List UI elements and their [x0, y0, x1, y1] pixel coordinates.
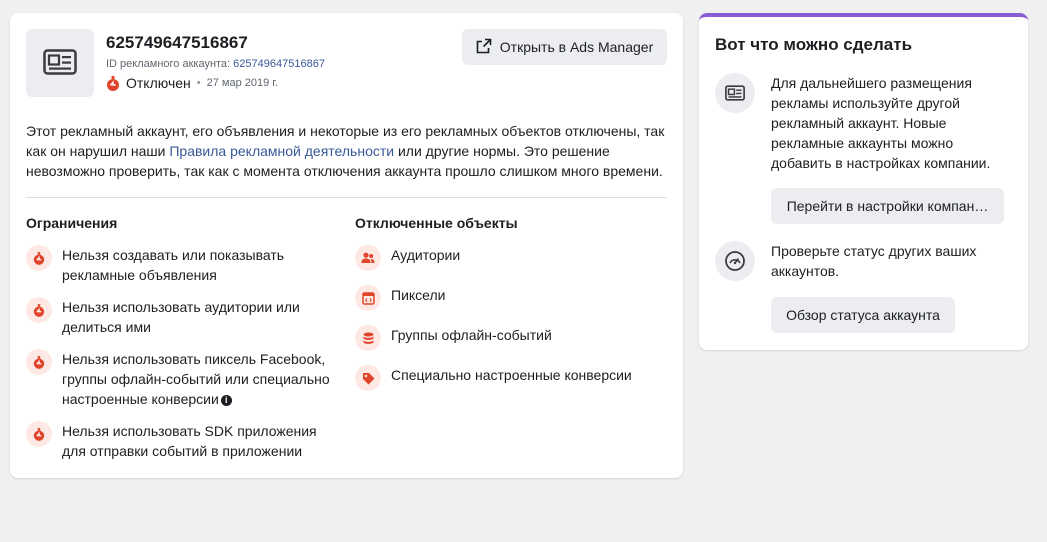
restriction-item: Нельзя создавать или показывать рекламны… — [26, 245, 326, 285]
go-to-business-settings-label: Перейти в настройки компан… — [786, 198, 989, 214]
disabled-object-text: Специально настроенные конверсии — [391, 367, 632, 383]
info-icon[interactable]: i — [220, 394, 232, 406]
restriction-text: Нельзя использовать SDK приложения для о… — [62, 423, 317, 459]
custom-conversion-icon — [355, 365, 381, 391]
disabled-object-item: Специально настроенные конверсии — [355, 365, 655, 391]
ad-account-thumbnail — [26, 29, 94, 97]
section-divider — [26, 197, 667, 198]
account-id-line: ID рекламного аккаунта: 625749647516867 — [106, 58, 325, 70]
ad-account-icon — [43, 48, 77, 78]
restricted-icon — [26, 245, 52, 271]
audience-icon — [355, 245, 381, 271]
restriction-item: Нельзя использовать аудитории или делить… — [26, 297, 326, 337]
disabled-objects-title: Отключенные объекты — [355, 215, 518, 231]
offline-events-icon — [355, 325, 381, 351]
status-separator: • — [196, 77, 201, 89]
status-text: Отключен — [126, 75, 191, 91]
restrictions-title: Ограничения — [26, 215, 118, 231]
restriction-item: Нельзя использовать SDK приложения для о… — [26, 421, 326, 461]
check-status-text: Проверьте статус других ваших аккаунтов. — [771, 243, 977, 279]
restriction-text-wrap: Нельзя использовать пиксель Facebook, гр… — [62, 349, 336, 409]
disabled-object-item: Аудитории — [355, 245, 655, 271]
restricted-icon — [26, 297, 52, 323]
restriction-text: Нельзя создавать или показывать рекламны… — [62, 247, 285, 283]
ad-account-icon — [715, 73, 755, 113]
use-other-account-text: Для дальнейшего размещения рекламы испол… — [771, 75, 991, 171]
restricted-icon — [26, 421, 52, 447]
open-ads-manager-button[interactable]: Открыть в Ads Manager — [462, 29, 667, 65]
restricted-icon — [26, 349, 52, 375]
next-steps-title: Вот что можно сделать — [715, 35, 913, 54]
account-card: 625749647516867 ID рекламного аккаунта: … — [10, 13, 683, 478]
account-status-overview-button[interactable]: Обзор статуса аккаунта — [771, 297, 955, 333]
go-to-business-settings-button[interactable]: Перейти в настройки компан… — [771, 188, 1004, 224]
disabled-status-icon — [106, 75, 120, 91]
account-id-label: ID рекламного аккаунта: — [106, 58, 234, 70]
restriction-item: Нельзя использовать пиксель Facebook, гр… — [26, 349, 336, 409]
gauge-icon — [715, 241, 755, 281]
account-status: Отключен • 27 мар 2019 г. — [106, 75, 278, 91]
disabled-object-text: Группы офлайн-событий — [391, 327, 552, 343]
status-date: 27 мар 2019 г. — [206, 77, 279, 89]
account-status-overview-label: Обзор статуса аккаунта — [786, 307, 940, 323]
account-name: 625749647516867 — [106, 33, 248, 52]
open-ads-manager-label: Открыть в Ads Manager — [499, 39, 654, 55]
external-link-icon — [476, 38, 500, 57]
disabled-object-text: Аудитории — [391, 247, 461, 263]
account-id-link[interactable]: 625749647516867 — [233, 58, 325, 70]
disabled-object-item: Группы офлайн-событий — [355, 325, 655, 351]
disabled-object-item: Пиксели — [355, 285, 655, 311]
ad-policies-link[interactable]: Правила рекламной деятельности — [169, 143, 394, 159]
next-steps-card: Вот что можно сделать Для дальнейшего ра… — [699, 13, 1028, 350]
restriction-text: Нельзя использовать аудитории или делить… — [62, 299, 300, 335]
pixel-icon — [355, 285, 381, 311]
disabled-object-text: Пиксели — [391, 287, 446, 303]
disabled-description: Этот рекламный аккаунт, его объявления и… — [26, 121, 668, 181]
restriction-text: Нельзя использовать пиксель Facebook, гр… — [62, 351, 330, 407]
